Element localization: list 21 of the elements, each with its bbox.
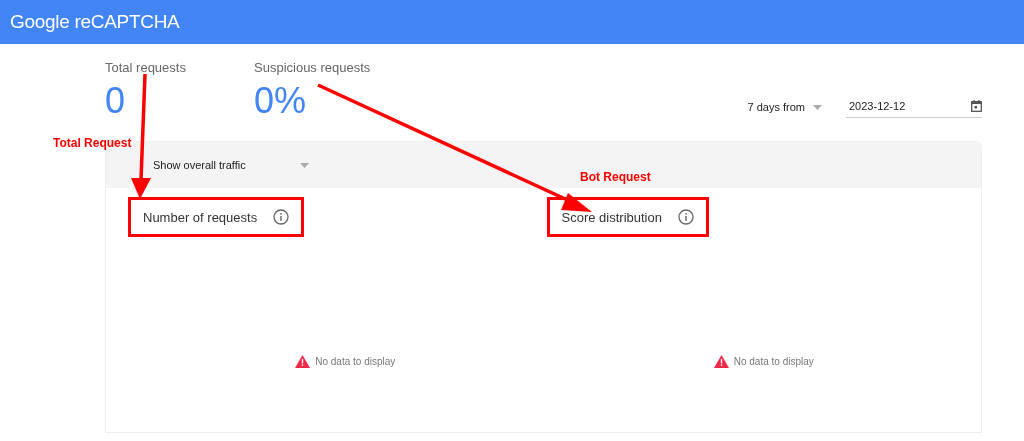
info-icon[interactable]: [273, 209, 290, 225]
stat-value: 0: [105, 83, 127, 119]
stat-label: Suspicious requests: [254, 60, 372, 75]
annotation-label: Total Request: [53, 136, 132, 150]
stat-value: 0%: [254, 83, 308, 119]
calendar-icon[interactable]: [971, 100, 982, 112]
range-dropdown[interactable]: 7 days from: [747, 101, 822, 113]
caret-icon: [299, 162, 309, 168]
warning-icon: [713, 355, 729, 368]
stat-label: Total requests: [105, 60, 187, 75]
warning-icon: [295, 355, 311, 368]
panel-title: Score distribution: [561, 209, 662, 225]
info-icon[interactable]: [677, 209, 694, 225]
empty-message: No data to display: [733, 356, 814, 367]
date-field[interactable]: 2023-12-12: [846, 96, 982, 118]
annotation-label: Bot Request: [580, 170, 651, 184]
app-title: Google reCAPTCHA: [10, 11, 180, 33]
caret-icon: [813, 104, 822, 110]
traffic-dropdown[interactable]: Show overall traffic: [153, 159, 309, 171]
empty-message: No data to display: [315, 356, 396, 367]
panel-title: Number of requests: [143, 209, 258, 225]
